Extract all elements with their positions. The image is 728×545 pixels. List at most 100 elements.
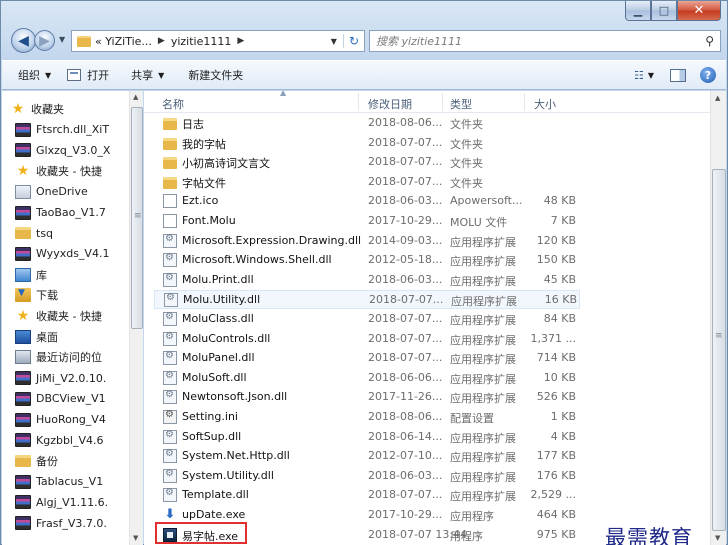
folder-icon	[77, 35, 91, 47]
help-icon[interactable]: ?	[700, 67, 716, 83]
dll-file-icon	[163, 389, 177, 405]
back-button[interactable]: ◀	[11, 28, 36, 53]
open-button[interactable]: 打开	[67, 67, 109, 83]
sidebar-item[interactable]: TaoBao_V1.7	[15, 203, 106, 223]
sidebar-item[interactable]: Wyyxds_V4.1	[15, 244, 109, 264]
search-input[interactable]	[376, 34, 676, 48]
scroll-down-icon[interactable]: ▼	[715, 534, 720, 542]
column-divider[interactable]	[524, 93, 525, 111]
file-row[interactable]: MoluPanel.dll 2018-07-07... 应用程序扩展 714 KB	[154, 349, 580, 368]
file-row[interactable]: 字帖文件 2018-07-07... 文件夹	[154, 173, 580, 192]
address-dropdown-icon[interactable]: ▼	[331, 37, 337, 46]
minimize-button[interactable]: ▁	[625, 1, 651, 21]
sidebar-item[interactable]: Kgzbbl_V4.6	[15, 430, 104, 450]
file-row[interactable]: Molu.Print.dll 2018-06-03... 应用程序扩展 45 KB	[154, 271, 580, 290]
sidebar-item[interactable]: OneDrive	[15, 182, 88, 202]
file-date: 2017-11-26...	[368, 390, 443, 404]
file-size: 1,371 ...	[530, 331, 576, 345]
selection-highlight	[155, 522, 247, 544]
column-divider[interactable]	[442, 93, 443, 111]
close-button[interactable]: ✕	[677, 1, 721, 21]
file-row[interactable]: System.Utility.dll 2018-06-03... 应用程序扩展 176…	[154, 467, 580, 486]
file-row[interactable]: 我的字帖 2018-07-07... 文件夹	[154, 134, 580, 153]
winrar-icon	[15, 143, 31, 158]
column-type[interactable]: 类型	[450, 96, 472, 112]
file-row[interactable]: Font.Molu 2017-10-29... MOLU 文件 7 KB	[154, 212, 580, 231]
file-row[interactable]: System.Net.Http.dll 2012-07-10... 应用程序扩展 17…	[154, 447, 580, 466]
scroll-down-icon[interactable]: ▼	[133, 534, 138, 542]
file-row[interactable]: MoluControls.dll 2018-07-07... 应用程序扩展 1,371…	[154, 330, 580, 349]
sidebar-item[interactable]: Algj_V1.11.6.	[15, 492, 108, 512]
scroll-thumb[interactable]	[712, 169, 726, 531]
sidebar-item[interactable]: Frasf_V3.7.0.	[15, 513, 107, 533]
organize-button[interactable]: 组织 ▼	[18, 67, 51, 83]
share-button[interactable]: 共享 ▼	[131, 67, 164, 83]
search-box[interactable]: ⚲	[369, 30, 721, 52]
doc-file-icon	[163, 214, 177, 228]
scroll-up-icon[interactable]: ▲	[133, 93, 138, 101]
sidebar-item[interactable]: Ftsrch.dll_XiT	[15, 120, 109, 140]
file-row[interactable]: Microsoft.Windows.Shell.dll 2012-05-18...…	[154, 251, 580, 270]
file-row[interactable]: MoluClass.dll 2018-07-07... 应用程序扩展 84 KB	[154, 310, 580, 329]
new-folder-button[interactable]: 新建文件夹	[188, 67, 243, 83]
sidebar-item-label: 备份	[36, 454, 58, 468]
sidebar-item[interactable]: 下载	[15, 285, 58, 305]
search-icon[interactable]: ⚲	[705, 34, 714, 48]
folder-icon	[15, 227, 31, 240]
sidebar-item[interactable]: ★ 收藏夹	[10, 99, 64, 119]
file-name: upDate.exe	[182, 508, 246, 521]
file-row[interactable]: 小初高诗词文言文 2018-07-07... 文件夹	[154, 153, 580, 172]
column-name[interactable]: 名称	[162, 96, 184, 112]
recent-pages-dropdown-icon[interactable]: ▼	[59, 35, 65, 44]
sidebar-item[interactable]: 桌面	[15, 327, 58, 347]
view-options-icon[interactable]: ☷	[634, 69, 644, 82]
file-type: 配置设置	[450, 412, 494, 425]
library-icon	[15, 267, 31, 282]
breadcrumb-chevron-icon[interactable]: ▶	[158, 36, 165, 46]
sidebar-item[interactable]: ★ 收藏夹 - 快捷	[15, 306, 102, 326]
sidebar-item-label: 收藏夹	[31, 103, 64, 116]
chevron-down-icon[interactable]: ▼	[648, 71, 654, 80]
sidebar-item[interactable]: tsq	[15, 223, 53, 243]
file-size: 176 KB	[536, 468, 576, 482]
file-row[interactable]: Microsoft.Expression.Drawing.dll 2014-09-…	[154, 232, 580, 251]
file-row[interactable]: MoluSoft.dll 2018-06-06... 应用程序扩展 10 KB	[154, 369, 580, 388]
file-date: 2018-06-03...	[368, 194, 443, 208]
column-size[interactable]: 大小	[534, 96, 556, 112]
sidebar-item[interactable]: 备份	[15, 451, 58, 471]
preview-pane-icon[interactable]	[670, 68, 686, 82]
scroll-up-icon[interactable]: ▲	[715, 94, 720, 102]
star-icon: ★	[16, 308, 30, 324]
file-row[interactable]: 日志 2018-08-06... 文件夹	[154, 114, 580, 133]
file-name: System.Utility.dll	[182, 468, 274, 482]
breadcrumb-yizitie[interactable]: « YiZiTie...	[95, 35, 152, 48]
file-row[interactable]: SoftSup.dll 2018-06-14... 应用程序扩展 4 KB	[154, 428, 580, 447]
breadcrumb-yizitie1111[interactable]: yizitie1111	[171, 35, 232, 48]
sidebar-item-label: 桌面	[36, 330, 58, 344]
address-bar[interactable]: « YiZiTie... ▶ yizitie1111 ▶ ▼ ↻	[71, 30, 365, 52]
sidebar-item[interactable]: Tablacus_V1	[15, 472, 103, 492]
file-row[interactable]: Molu.Utility.dll 2018-07-07... 应用程序扩展 16 KB	[154, 290, 580, 310]
maximize-button[interactable]: □	[651, 1, 677, 21]
sidebar-item[interactable]: Glxzq_V3.0_X	[15, 140, 110, 160]
column-date[interactable]: 修改日期	[368, 96, 412, 112]
sidebar-item[interactable]: DBCView_V1	[15, 389, 106, 409]
forward-button[interactable]: ▶	[34, 30, 55, 51]
file-row[interactable]: Template.dll 2018-07-07... 应用程序扩展 2,529 ...	[154, 486, 580, 505]
sidebar-item[interactable]: ★ 收藏夹 - 快捷	[15, 161, 102, 181]
sidebar-item[interactable]: HuoRong_V4	[15, 410, 106, 430]
file-list-scrollbar[interactable]: ▲ ≡ ▼	[710, 91, 726, 545]
breadcrumb-chevron-icon[interactable]: ▶	[237, 36, 244, 46]
sidebar-item[interactable]: JiMi_V2.0.10.	[15, 368, 106, 388]
navigation-scrollbar[interactable]: ▲ ≡ ▼	[129, 91, 143, 545]
sidebar-item[interactable]: 最近访问的位	[15, 347, 102, 367]
file-row[interactable]: Setting.ini 2018-08-06... 配置设置 1 KB	[154, 408, 580, 427]
file-row[interactable]: Ezt.ico 2018-06-03... Apowersoft... 48 KB	[154, 192, 580, 211]
column-divider[interactable]	[358, 93, 359, 111]
file-name: Font.Molu	[182, 214, 236, 227]
refresh-icon[interactable]: ↻	[342, 34, 362, 48]
file-row[interactable]: Newtonsoft.Json.dll 2017-11-26... 应用程序扩展 52…	[154, 388, 580, 407]
sidebar-item-label: Algj_V1.11.6.	[36, 495, 109, 509]
file-date: 2018-07-07...	[368, 351, 443, 365]
sidebar-item[interactable]: 库	[15, 265, 47, 285]
